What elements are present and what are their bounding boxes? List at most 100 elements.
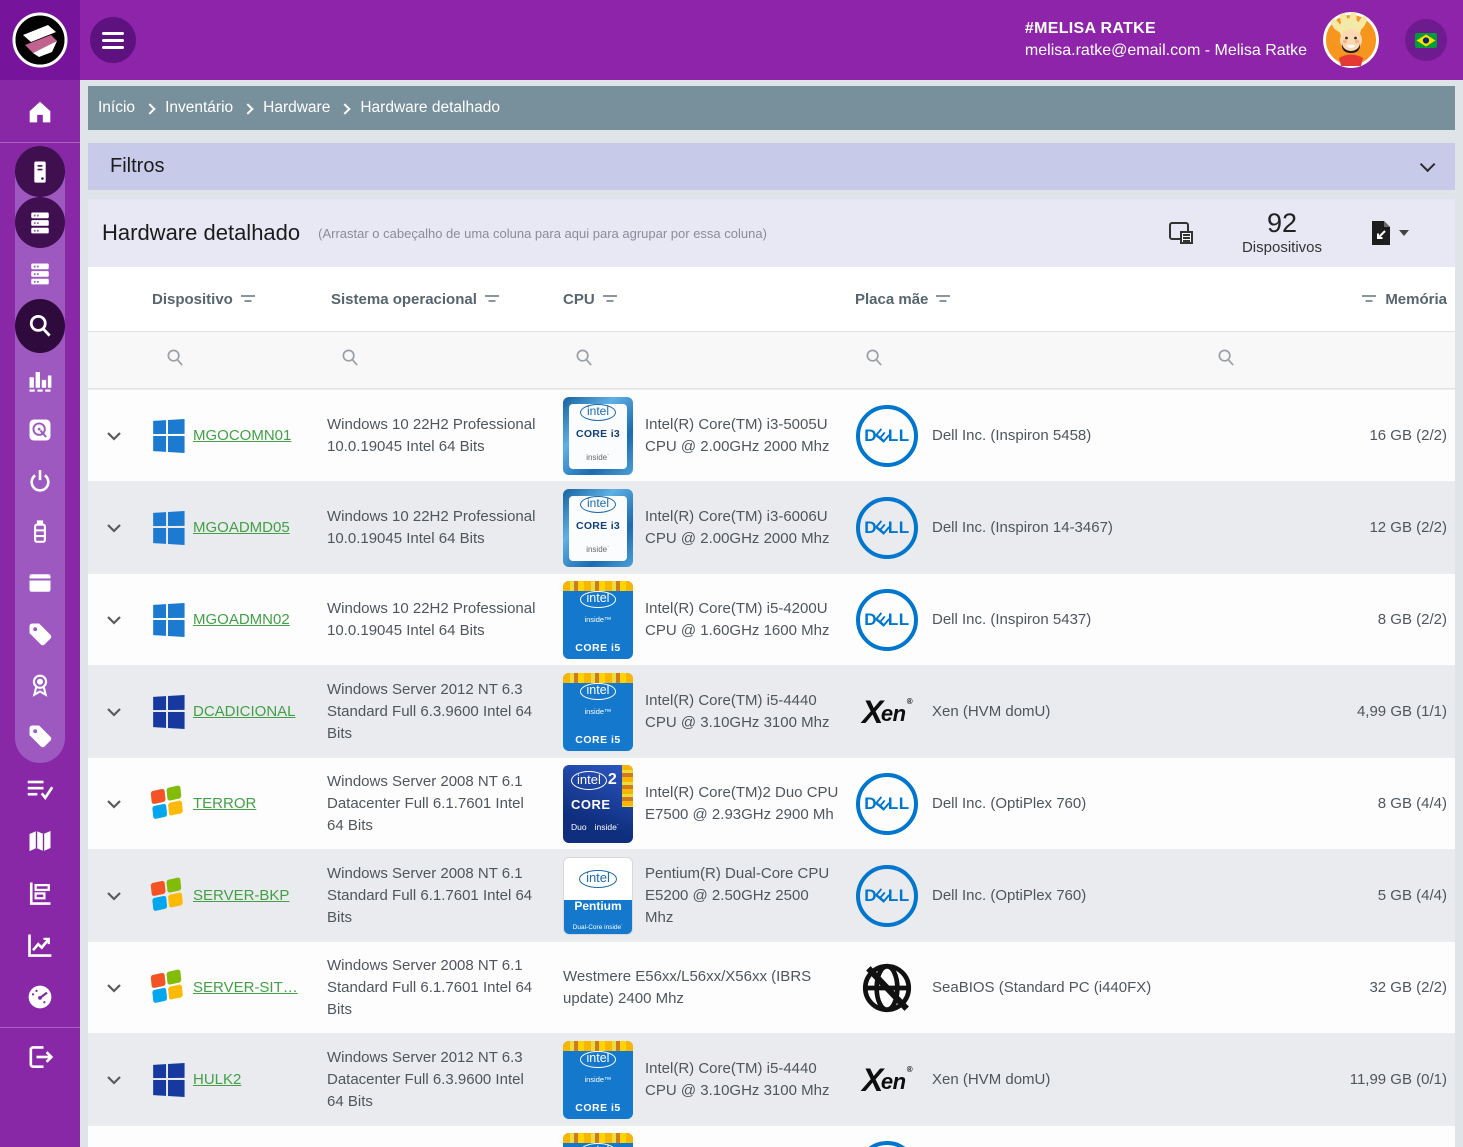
computer-tower-icon	[27, 157, 53, 187]
sidebar-item-checklist[interactable]	[0, 763, 80, 815]
sidebar-divider	[0, 1027, 80, 1028]
windows-legacy-icon	[152, 788, 184, 820]
sidebar-item-software[interactable]	[15, 557, 65, 608]
user-avatar[interactable]	[1323, 12, 1379, 68]
sidebar-item-hardware-list[interactable]	[15, 248, 65, 299]
cpu-text: Westmere E56xx/L56xx/X56xx (IBRS update)…	[563, 966, 841, 1010]
sidebar-item-statistics[interactable]	[15, 353, 65, 404]
brand-logo[interactable]	[0, 0, 80, 80]
search-icon	[26, 312, 54, 340]
xen-logo-icon: Xen®	[855, 699, 919, 725]
memory-text: 11,99 GB (0/1)	[1155, 1069, 1455, 1091]
device-link[interactable]: DCADICIONAL	[193, 701, 296, 723]
memory-text: 32 GB (2/2)	[1155, 977, 1455, 999]
sidebar-divider	[0, 142, 80, 143]
device-link[interactable]: TERROR	[193, 793, 256, 815]
column-headers: DispositivoSistema operacionalCPUPlaca m…	[88, 267, 1455, 331]
board-text: Dell Inc. (OptiPlex 760)	[932, 885, 1086, 907]
sidebar-item-home[interactable]	[0, 86, 80, 138]
device-link[interactable]: SERVER-SIT…	[193, 977, 298, 999]
row-expander-chevron[interactable]	[88, 799, 140, 809]
breadcrumb: Início Inventário Hardware Hardware detalha…	[88, 86, 1455, 130]
sidebar-item-licenses[interactable]	[15, 659, 65, 710]
row-expander-chevron[interactable]	[88, 615, 140, 625]
windows-server-2012-icon	[152, 1064, 184, 1096]
device-link[interactable]: HULK2	[193, 1069, 241, 1091]
sidebar-item-power[interactable]	[15, 455, 65, 506]
dell-logo-icon: DELL	[855, 497, 919, 559]
table-row: TERROR Windows Server 2008 NT 6.1 Datace…	[88, 757, 1455, 849]
device-link[interactable]: MGOADMD05	[193, 517, 290, 539]
device-link[interactable]: MGOCOMN01	[193, 425, 291, 447]
chevron-right-icon	[340, 103, 351, 114]
sidebar-item-tags[interactable]	[15, 608, 65, 659]
filter-icon[interactable]	[485, 291, 500, 308]
column-header-board[interactable]: Placa mãe	[855, 291, 1155, 308]
column-search-input[interactable]	[327, 332, 563, 388]
filter-icon[interactable]	[241, 291, 256, 308]
filter-icon[interactable]	[1362, 291, 1377, 308]
column-search-input[interactable]	[140, 332, 327, 388]
windows-10-icon	[152, 512, 184, 544]
search-icon	[166, 348, 185, 372]
sidebar-item-battery[interactable]	[15, 506, 65, 557]
power-icon	[26, 467, 54, 495]
export-button[interactable]	[1370, 220, 1409, 246]
user-tag: #MELISA RATKE	[1025, 20, 1307, 38]
sidebar-item-dashboard[interactable]	[0, 971, 80, 1023]
column-chooser-icon[interactable]	[1168, 220, 1194, 246]
table-row: MGOADMN02 Windows 10 22H2 Professional 1…	[88, 573, 1455, 665]
filter-icon[interactable]	[603, 291, 618, 308]
home-icon	[25, 97, 55, 127]
filter-icon[interactable]	[936, 291, 951, 308]
row-expander-chevron[interactable]	[88, 523, 140, 533]
sidebar-item-map[interactable]	[0, 815, 80, 867]
row-expander-chevron[interactable]	[88, 431, 140, 441]
sidebar-item-analytics[interactable]	[0, 919, 80, 971]
device-link[interactable]: SERVER-BKP	[193, 885, 289, 907]
brazil-flag-icon[interactable]	[1405, 19, 1447, 61]
core-i3-skylake-badge-icon: intelCORE i3inside˙	[563, 489, 633, 567]
chevron-down-icon	[1420, 157, 1436, 173]
breadcrumb-item[interactable]: Hardware	[263, 99, 330, 117]
hardware-table-panel: Hardware detalhado (Arrastar o cabeçalho…	[88, 199, 1455, 1147]
tag-icon	[26, 620, 54, 648]
os-text: Windows Server 2008 NT 6.1 Standard Full…	[327, 955, 563, 1021]
core-i5-haswell-badge-icon: intelinside™CORE i5	[563, 673, 633, 751]
hamburger-menu-icon[interactable]	[90, 17, 136, 63]
os-text: Windows 10 22H2 Professional 10.0.19045 …	[327, 414, 563, 458]
column-header-mem[interactable]: Memória	[1155, 291, 1455, 308]
memory-text: 4,99 GB (1/1)	[1155, 701, 1455, 723]
sidebar-item-labels[interactable]	[15, 710, 65, 761]
dell-logo-icon: DELL	[855, 773, 919, 835]
row-expander-chevron[interactable]	[88, 1075, 140, 1085]
column-search-input[interactable]	[563, 332, 855, 388]
breadcrumb-item[interactable]: Inventário	[165, 99, 233, 117]
row-expander-chevron[interactable]	[88, 891, 140, 901]
breadcrumb-item[interactable]: Hardware detalhado	[360, 99, 500, 117]
row-expander-chevron[interactable]	[88, 707, 140, 717]
board-text: Dell Inc. (Inspiron 5437)	[932, 609, 1091, 631]
device-link[interactable]: MGOADMN02	[193, 609, 290, 631]
column-search-row	[88, 331, 1455, 389]
brand-logo-icon	[12, 12, 68, 68]
column-search-input[interactable]	[1155, 332, 1455, 388]
sidebar-item-logout[interactable]	[0, 1031, 80, 1083]
column-header-cpu[interactable]: CPU	[563, 291, 855, 308]
board-text: Dell Inc. (OptiPlex 760)	[932, 793, 1086, 815]
seabios-logo-icon	[855, 959, 919, 1017]
device-count: 92 Dispositivos	[1242, 210, 1322, 256]
column-search-input[interactable]	[855, 332, 1155, 388]
sidebar-item-hardware-search[interactable]	[15, 299, 65, 353]
board-text: Xen (HVM domU)	[932, 701, 1050, 723]
sidebar-item-inventory-hardware[interactable]	[15, 197, 65, 248]
breadcrumb-item[interactable]: Início	[98, 99, 135, 117]
sidebar-item-reports[interactable]	[0, 867, 80, 919]
column-header-device[interactable]: Dispositivo	[140, 291, 327, 308]
filters-panel-header[interactable]: Filtros	[88, 143, 1455, 190]
board-text: Xen (HVM domU)	[932, 1069, 1050, 1091]
sidebar-item-inventory-computer[interactable]	[15, 146, 65, 197]
row-expander-chevron[interactable]	[88, 983, 140, 993]
column-header-os[interactable]: Sistema operacional	[327, 291, 563, 308]
sidebar-item-storage[interactable]	[15, 404, 65, 455]
